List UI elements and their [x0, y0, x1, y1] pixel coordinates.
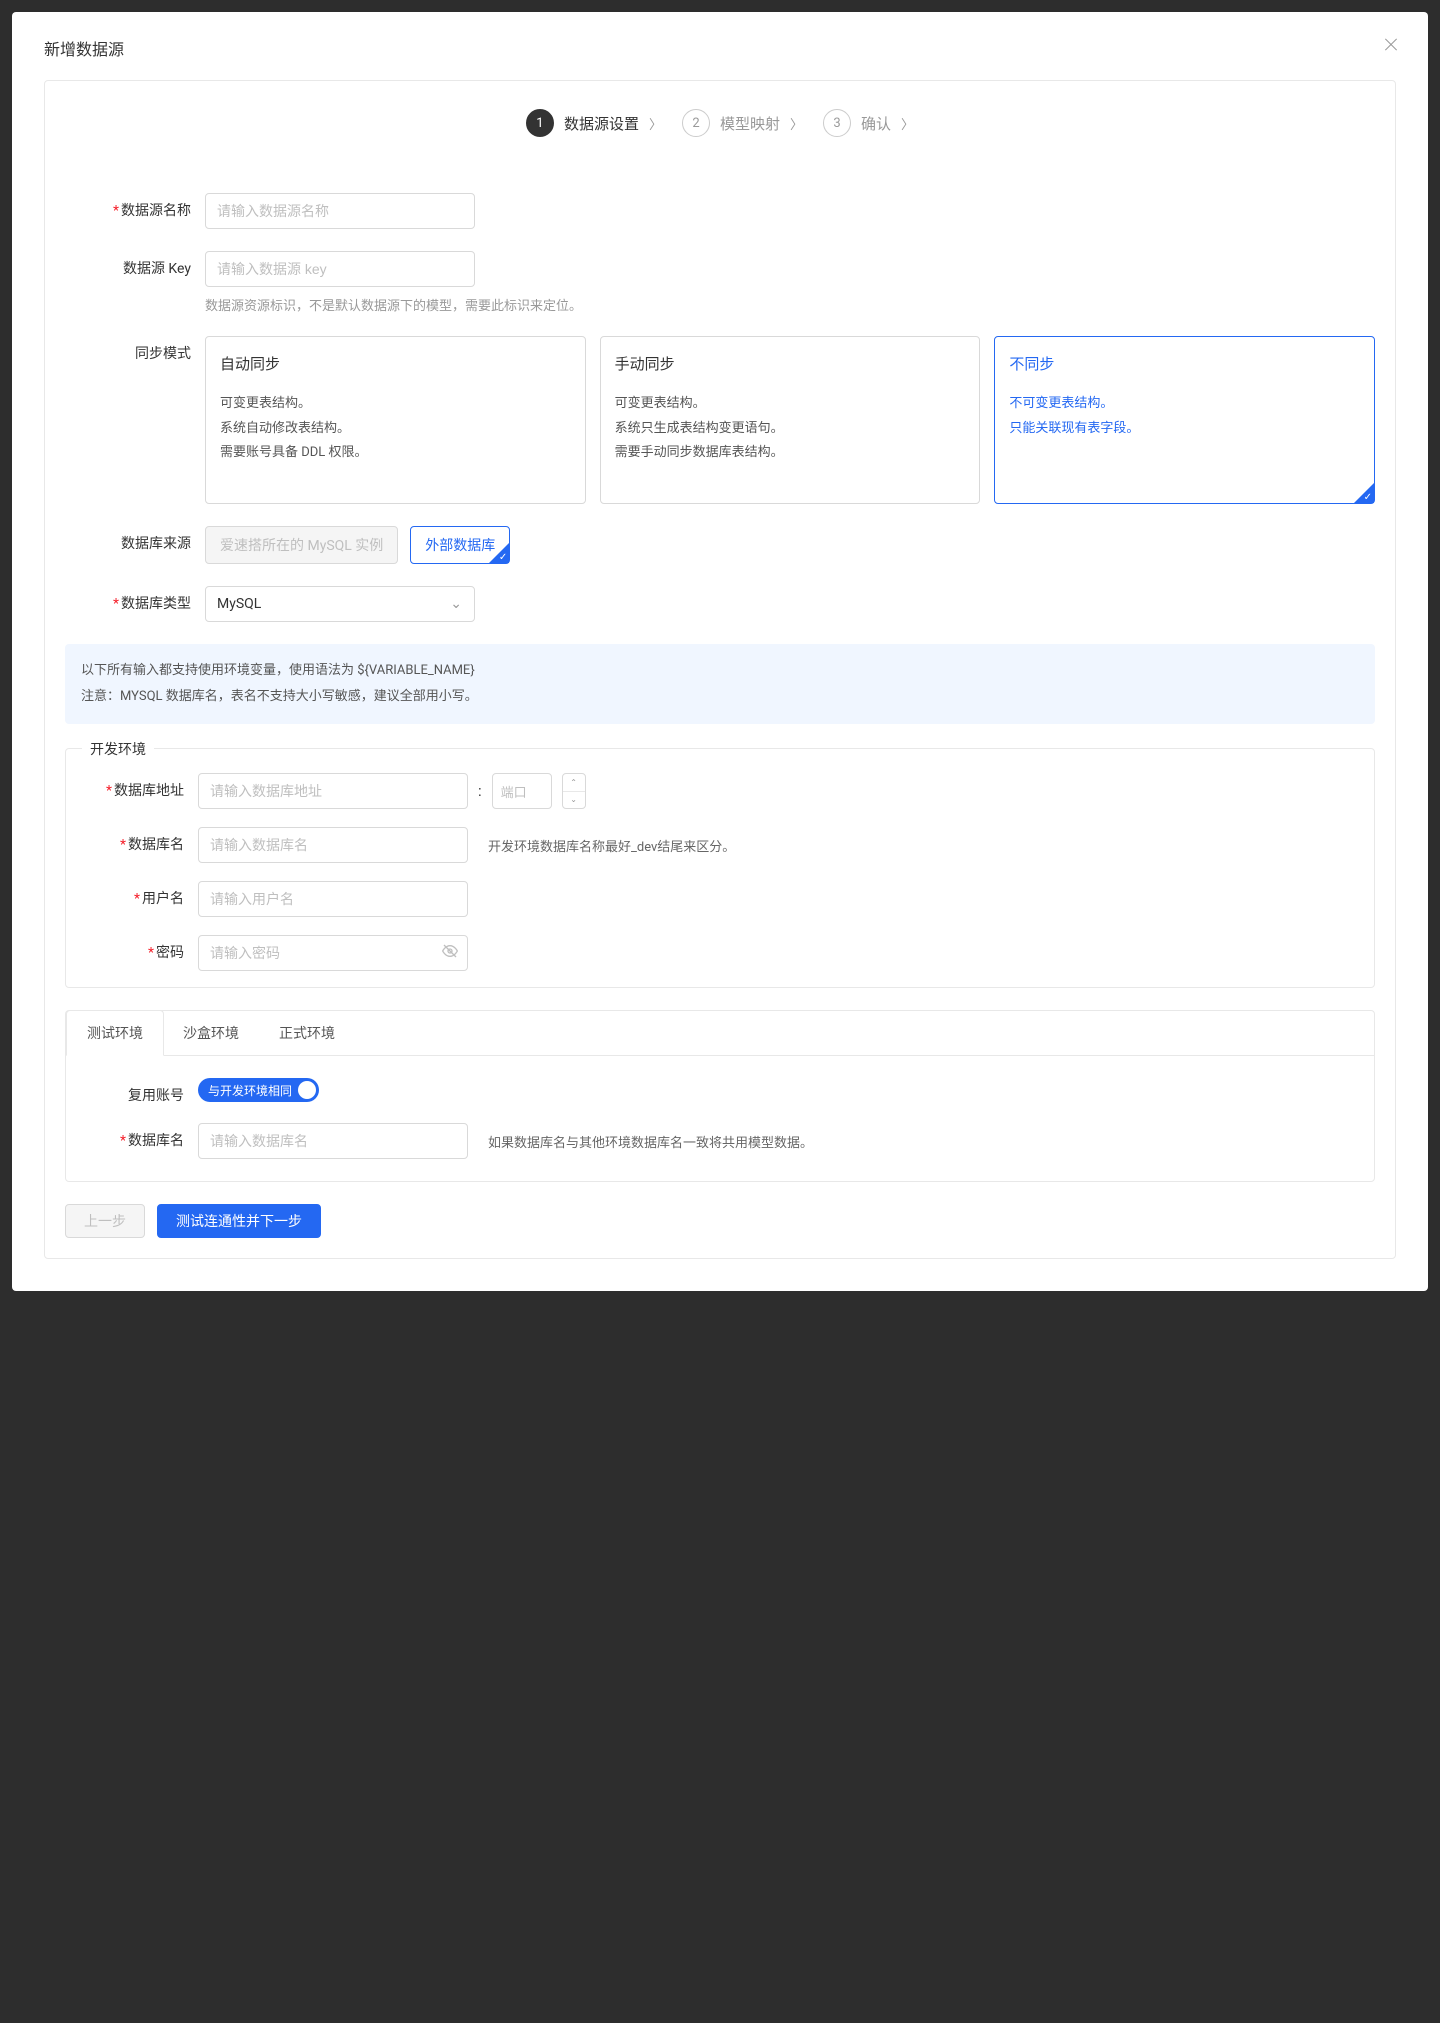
db-source-label: 数据库来源	[65, 526, 205, 553]
tab-test-env[interactable]: 测试环境	[66, 1010, 164, 1056]
sync-mode-label: 同步模式	[65, 336, 205, 363]
sync-card-desc: 可变更表结构。 系统自动修改表结构。 需要账号具备 DDL 权限。	[220, 392, 571, 466]
chevron-right-icon: 〉	[790, 114, 803, 133]
db-type-value: MySQL	[217, 596, 261, 612]
sync-card-auto[interactable]: 自动同步 可变更表结构。 系统自动修改表结构。 需要账号具备 DDL 权限。	[205, 336, 586, 504]
step-3-label: 确认	[861, 113, 891, 134]
sync-card-title: 不同步	[1009, 353, 1360, 374]
db-name-help: 开发环境数据库名称最好_dev结尾来区分。	[488, 836, 735, 855]
db-password-input[interactable]	[198, 935, 468, 971]
ds-key-input[interactable]	[205, 251, 475, 287]
db-name-input[interactable]	[198, 827, 468, 863]
modal-content: 1 数据源设置 〉 2 模型映射 〉 3 确认 〉 数据源名称 数据	[44, 80, 1396, 1259]
sync-card-none[interactable]: 不同步 不可变更表结构。 只能关联现有表字段。	[994, 336, 1375, 504]
db-name-label: 数据库名	[82, 827, 198, 854]
eye-off-icon[interactable]	[442, 943, 458, 963]
step-2-label: 模型映射	[720, 113, 780, 134]
ds-name-label: 数据源名称	[65, 193, 205, 220]
sync-card-desc: 可变更表结构。 系统只生成表结构变更语句。 需要手动同步数据库表结构。	[615, 392, 966, 466]
ds-name-input[interactable]	[205, 193, 475, 229]
step-3-num: 3	[823, 109, 851, 137]
check-icon	[489, 543, 509, 563]
db-host-input[interactable]	[198, 773, 468, 809]
chevron-right-icon: 〉	[649, 114, 662, 133]
tab-sandbox-env[interactable]: 沙盒环境	[163, 1011, 259, 1055]
sync-card-title: 自动同步	[220, 353, 571, 374]
prev-button: 上一步	[65, 1204, 145, 1238]
tab-prod-env[interactable]: 正式环境	[259, 1011, 355, 1055]
db-source-internal: 爱速搭所在的 MySQL 实例	[205, 526, 398, 564]
env-tabs: 测试环境 沙盒环境 正式环境 复用账号 与开发环境相同 数据库名 如果数据库名与	[65, 1010, 1375, 1182]
step-1-label: 数据源设置	[564, 113, 639, 134]
sync-card-manual[interactable]: 手动同步 可变更表结构。 系统只生成表结构变更语句。 需要手动同步数据库表结构。	[600, 336, 981, 504]
step-1: 1 数据源设置 〉	[526, 109, 662, 137]
switch-label: 与开发环境相同	[208, 1082, 292, 1099]
db-user-input[interactable]	[198, 881, 468, 917]
dev-env-fieldset: 开发环境 数据库地址 : 端口 ⌃ ⌄ 数据库名 开发环境数据库名称最好	[65, 748, 1375, 988]
chevron-down-icon[interactable]: ⌄	[563, 792, 585, 809]
db-source-external-label: 外部数据库	[425, 538, 495, 554]
db-type-label: 数据库类型	[65, 586, 205, 613]
chevron-right-icon: 〉	[901, 114, 914, 133]
db-source-external[interactable]: 外部数据库	[410, 526, 510, 564]
close-icon[interactable]	[1382, 36, 1400, 54]
reuse-account-label: 复用账号	[82, 1078, 198, 1105]
sync-card-title: 手动同步	[615, 353, 966, 374]
switch-handle	[298, 1081, 316, 1099]
db-type-select[interactable]: MySQL ⌄	[205, 586, 475, 622]
reuse-account-switch[interactable]: 与开发环境相同	[198, 1078, 319, 1102]
sync-card-desc: 不可变更表结构。 只能关联现有表字段。	[1009, 392, 1360, 441]
info-line-1: 以下所有输入都支持使用环境变量，使用语法为 ${VARIABLE_NAME}	[81, 658, 1359, 684]
info-line-2: 注意：MYSQL 数据库名，表名不支持大小写敏感，建议全部用小写。	[81, 684, 1359, 710]
step-3: 3 确认 〉	[823, 109, 914, 137]
ds-key-help: 数据源资源标识，不是默认数据源下的模型，需要此标识来定位。	[205, 295, 1375, 314]
modal-title: 新增数据源	[44, 36, 1396, 60]
check-icon	[1354, 483, 1374, 503]
env-db-name-input[interactable]	[198, 1123, 468, 1159]
test-and-next-button[interactable]: 测试连通性并下一步	[157, 1204, 321, 1238]
db-user-label: 用户名	[82, 881, 198, 908]
env-db-name-help: 如果数据库名与其他环境数据库名一致将共用模型数据。	[488, 1132, 813, 1151]
chevron-down-icon: ⌄	[450, 596, 462, 612]
colon-separator: :	[478, 782, 482, 800]
db-host-label: 数据库地址	[82, 773, 198, 800]
add-datasource-modal: 新增数据源 1 数据源设置 〉 2 模型映射 〉 3 确认 〉 数据源名称	[12, 12, 1428, 1291]
env-db-name-label: 数据库名	[82, 1123, 198, 1150]
steps-nav: 1 数据源设置 〉 2 模型映射 〉 3 确认 〉	[65, 109, 1375, 137]
chevron-up-icon[interactable]: ⌃	[563, 774, 585, 792]
step-1-num: 1	[526, 109, 554, 137]
ds-key-label: 数据源 Key	[65, 251, 205, 278]
dev-env-legend: 开发环境	[82, 739, 154, 759]
info-box: 以下所有输入都支持使用环境变量，使用语法为 ${VARIABLE_NAME} 注…	[65, 644, 1375, 724]
db-port-input[interactable]: 端口	[492, 773, 552, 809]
port-stepper[interactable]: ⌃ ⌄	[562, 773, 586, 809]
step-2: 2 模型映射 〉	[682, 109, 803, 137]
step-2-num: 2	[682, 109, 710, 137]
db-password-label: 密码	[82, 935, 198, 962]
